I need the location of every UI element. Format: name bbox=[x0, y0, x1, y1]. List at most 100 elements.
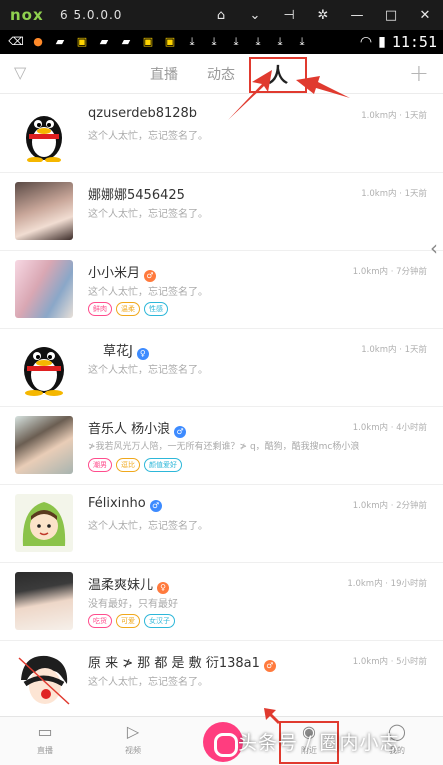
user-name: 娜娜娜5456425 bbox=[88, 188, 185, 203]
user-name: qzuserdeb8128b bbox=[88, 106, 198, 121]
user-meta: 1.0km内 · 7分钟前 bbox=[352, 267, 427, 277]
tag: 颜值爱好 bbox=[144, 458, 182, 472]
user-signature: 这个人太忙，忘记签名了。 bbox=[88, 677, 208, 688]
tag: 可爱 bbox=[116, 614, 140, 628]
app-notification-icon: ● bbox=[33, 35, 43, 48]
user-list: qzuserdeb8128b 这个人太忙，忘记签名了。 1.0km内 · 1天前… bbox=[0, 95, 443, 719]
user-signature: 这个人太忙，忘记签名了。 bbox=[88, 131, 208, 142]
list-item[interactable]: qzuserdeb8128b 这个人太忙，忘记签名了。 1.0km内 · 1天前 bbox=[0, 95, 443, 173]
download-icon: ⤓ bbox=[299, 35, 305, 48]
avatar bbox=[15, 260, 73, 318]
user-tags: 鲜肉 温柔 性感 bbox=[88, 302, 168, 316]
filter-icon[interactable]: ▽ bbox=[14, 64, 32, 82]
tag: 鲜肉 bbox=[88, 302, 112, 316]
download-icon: ⤓ bbox=[211, 35, 217, 48]
car-icon: ▰ bbox=[99, 35, 109, 48]
list-item[interactable]: 娜娜娜5456425 这个人太忙，忘记签名了。 1.0km内 · 1天前 bbox=[0, 173, 443, 251]
tag: 性感 bbox=[144, 302, 168, 316]
user-name: 温柔爽妹儿 ♀ bbox=[88, 574, 170, 594]
verified-badge: ♀ bbox=[136, 348, 149, 360]
user-meta: 1.0km内 · 1天前 bbox=[361, 189, 427, 199]
settings-icon[interactable]: ✲ bbox=[311, 8, 335, 23]
back-icon: ⌫ bbox=[8, 35, 24, 48]
camera-button[interactable] bbox=[203, 722, 243, 762]
list-item[interactable]: 小小米月 ♂ 这个人太忙，忘记签名了。 1.0km内 · 7分钟前 鲜肉 温柔 性… bbox=[0, 251, 443, 329]
user-name: 音乐人 杨小浪 ♂ bbox=[88, 418, 187, 438]
play-icon: ▷ bbox=[126, 722, 140, 741]
list-item[interactable]: Félixinho ♂ 这个人太忙，忘记签名了。 1.0km内 · 2分钟前 bbox=[0, 485, 443, 563]
android-icon: ▣ bbox=[164, 35, 176, 48]
tv-icon: ▭ bbox=[37, 722, 53, 741]
list-item[interactable]: 音乐人 杨小浪 ♂ ≯我若风光万人陪，一无所有还剩谁？≯ q，酷狗，酷我搜mc杨小… bbox=[0, 407, 443, 485]
avatar bbox=[15, 182, 73, 240]
status-bar: ⌫ ● ▰ ▣ ▰ ▰ ▣ ▣ ⤓ ⤓ ⤓ ⤓ ⤓ ⤓ ◠ ▮ 11:51 bbox=[0, 30, 443, 54]
nox-logo: nox bbox=[10, 6, 44, 24]
list-item[interactable]: 原 来 ≯ 那 都 是 敷 衍138a1 ♂ 这个人太忙，忘记签名了。 1.0km… bbox=[0, 641, 443, 719]
tag: 潮男 bbox=[88, 458, 112, 472]
user-tags: 吃货 可爱 女汉子 bbox=[88, 614, 175, 628]
chevron-left-icon[interactable]: ‹ bbox=[430, 236, 443, 266]
user-meta: 1.0km内 · 5小时前 bbox=[352, 657, 427, 667]
annotation-arrow-bottom bbox=[264, 708, 280, 724]
avatar bbox=[15, 338, 73, 396]
verified-badge: ♀ bbox=[157, 582, 170, 594]
user-signature: 这个人太忙，忘记签名了。 bbox=[88, 365, 208, 376]
clock: 11:51 bbox=[391, 33, 437, 51]
user-signature: 没有最好，只有最好 bbox=[88, 599, 178, 610]
nav-video[interactable]: ▷ 视频 bbox=[108, 721, 158, 756]
user-meta: 1.0km内 · 1天前 bbox=[361, 111, 427, 121]
download-icon: ⤓ bbox=[277, 35, 283, 48]
tag: 逗比 bbox=[116, 458, 140, 472]
user-signature: 这个人太忙，忘记签名了。 bbox=[88, 521, 208, 532]
emulator-version: 6 5.0.0.0 bbox=[60, 8, 123, 22]
avatar bbox=[15, 494, 73, 552]
user-name: 原 来 ≯ 那 都 是 敷 衍138a1 ♂ bbox=[88, 652, 276, 672]
avatar bbox=[15, 572, 73, 630]
list-item[interactable]: 草花J ♀ 这个人太忙，忘记签名了。 1.0km内 · 1天前 bbox=[0, 329, 443, 407]
home-icon[interactable]: ⌂ bbox=[209, 8, 233, 23]
verified-badge: ♂ bbox=[174, 426, 187, 438]
user-meta: 1.0km内 · 1天前 bbox=[361, 345, 427, 355]
user-meta: 1.0km内 · 2分钟前 bbox=[352, 501, 427, 511]
nav-live[interactable]: ▭ 直播 bbox=[20, 721, 70, 756]
maximize-icon[interactable]: □ bbox=[379, 8, 403, 23]
watermark: 头条号 / 圈内小志 bbox=[238, 732, 400, 754]
pin-icon[interactable]: ⊣ bbox=[277, 8, 301, 23]
android-icon: ▣ bbox=[142, 35, 154, 48]
download-icon: ⤓ bbox=[255, 35, 261, 48]
tag: 吃货 bbox=[88, 614, 112, 628]
chevron-down-icon[interactable]: ⌄ bbox=[243, 8, 267, 23]
user-meta: 1.0km内 · 4小时前 bbox=[352, 423, 427, 433]
user-signature: 这个人太忙，忘记签名了。 bbox=[88, 287, 208, 298]
avatar bbox=[15, 416, 73, 474]
user-name: 草花J ♀ bbox=[103, 340, 149, 360]
user-meta: 1.0km内 · 19小时前 bbox=[347, 579, 427, 589]
download-icon: ⤓ bbox=[233, 35, 239, 48]
nav-label: 直播 bbox=[37, 746, 53, 755]
avatar bbox=[15, 104, 73, 162]
battery-icon: ▮ bbox=[378, 34, 386, 50]
android-icon: ▣ bbox=[76, 35, 88, 48]
minimize-icon[interactable]: — bbox=[345, 8, 369, 23]
list-item[interactable]: 温柔爽妹儿 ♀ 没有最好，只有最好 1.0km内 · 19小时前 吃货 可爱 女汉… bbox=[0, 563, 443, 641]
user-name: Félixinho ♂ bbox=[88, 496, 162, 512]
user-tags: 潮男 逗比 颜值爱好 bbox=[88, 458, 182, 472]
tag: 女汉子 bbox=[144, 614, 175, 628]
wifi-icon: ◠ bbox=[359, 34, 373, 50]
user-signature: 这个人太忙，忘记签名了。 bbox=[88, 209, 208, 220]
car-icon: ▰ bbox=[55, 35, 65, 48]
plus-icon[interactable]: + bbox=[409, 59, 429, 87]
car-icon: ▰ bbox=[121, 35, 131, 48]
tag: 温柔 bbox=[116, 302, 140, 316]
user-name: 小小米月 ♂ bbox=[88, 262, 157, 282]
emulator-controls: ⌂ ⌄ ⊣ ✲ — □ ✕ bbox=[209, 0, 437, 30]
download-icon: ⤓ bbox=[189, 35, 195, 48]
avatar bbox=[15, 650, 73, 708]
close-icon[interactable]: ✕ bbox=[413, 8, 437, 23]
verified-badge: ♂ bbox=[263, 660, 276, 672]
verified-badge: ♂ bbox=[144, 270, 157, 282]
emulator-title-bar: nox 6 5.0.0.0 ⌂ ⌄ ⊣ ✲ — □ ✕ bbox=[0, 0, 443, 30]
user-signature: ≯我若风光万人陪，一无所有还剩谁？≯ q，酷狗，酷我搜mc杨小浪 bbox=[88, 442, 360, 452]
status-right: ◠ ▮ 11:51 bbox=[360, 30, 437, 54]
tab-live[interactable]: 直播 bbox=[150, 64, 178, 84]
